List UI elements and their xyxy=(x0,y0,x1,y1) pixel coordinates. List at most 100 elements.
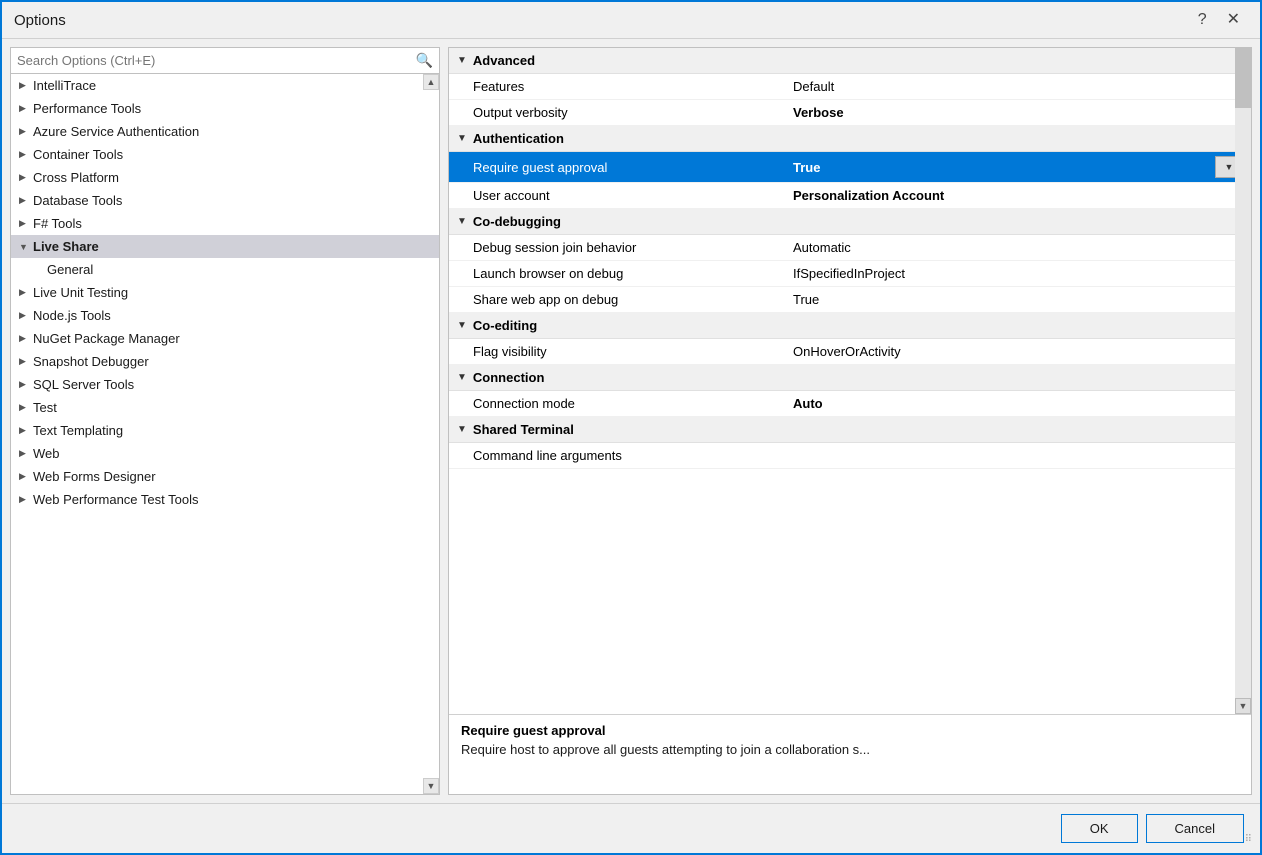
expand-arrow-icon: ▶ xyxy=(19,218,33,229)
tree-child-item[interactable]: General xyxy=(11,258,439,281)
scrollbar-track: ▼ xyxy=(1235,48,1251,714)
tree-item[interactable]: ▶Azure Service Authentication xyxy=(11,120,439,143)
tree-item-label: Web xyxy=(33,446,431,461)
tree-item[interactable]: ▶Live Unit Testing xyxy=(11,281,439,304)
tree-item-label: Live Unit Testing xyxy=(33,285,431,300)
tree-item-label: Web Performance Test Tools xyxy=(33,492,431,507)
setting-row[interactable]: Require guest approvalTrue▼ xyxy=(449,152,1251,183)
section-header-advanced[interactable]: ▼ Advanced xyxy=(449,48,1251,74)
section-collapse-icon: ▼ xyxy=(457,216,467,227)
title-bar: Options ? ✕ xyxy=(2,2,1260,39)
tree-area: ▲ ▶IntelliTrace▶Performance Tools▶Azure … xyxy=(11,74,439,794)
tree-item-label: Performance Tools xyxy=(33,101,431,116)
setting-row[interactable]: Connection modeAuto xyxy=(449,391,1251,417)
tree-item[interactable]: ▶Snapshot Debugger xyxy=(11,350,439,373)
section-label: Shared Terminal xyxy=(473,422,574,437)
setting-row[interactable]: User accountPersonalization Account xyxy=(449,183,1251,209)
expand-arrow-icon: ▶ xyxy=(19,80,33,91)
tree-item[interactable]: ▶Performance Tools xyxy=(11,97,439,120)
section-label: Authentication xyxy=(473,131,564,146)
close-button[interactable]: ✕ xyxy=(1219,10,1248,30)
section-collapse-icon: ▼ xyxy=(457,372,467,383)
setting-row[interactable]: Flag visibilityOnHoverOrActivity xyxy=(449,339,1251,365)
setting-name: Features xyxy=(473,79,793,94)
setting-name: Command line arguments xyxy=(473,448,793,463)
tree-item-label: Node.js Tools xyxy=(33,308,431,323)
search-input[interactable] xyxy=(17,53,412,68)
tree-item-label: Container Tools xyxy=(33,147,431,162)
expand-arrow-icon: ▶ xyxy=(19,287,33,298)
setting-row[interactable]: Launch browser on debugIfSpecifiedInProj… xyxy=(449,261,1251,287)
setting-value: True xyxy=(793,160,1215,175)
tree-item[interactable]: ▶Text Templating xyxy=(11,419,439,442)
setting-value: True xyxy=(793,292,1243,307)
setting-row[interactable]: Share web app on debugTrue xyxy=(449,287,1251,313)
main-content: 🔍 ▲ ▶IntelliTrace▶Performance Tools▶Azur… xyxy=(2,39,1260,803)
ok-button[interactable]: OK xyxy=(1061,814,1138,843)
expand-arrow-icon: ▶ xyxy=(19,103,33,114)
tree-scroll-down[interactable]: ▼ xyxy=(423,778,439,794)
scroll-down-arrow[interactable]: ▼ xyxy=(1235,698,1251,714)
resize-grip: ⠿ xyxy=(1245,834,1252,845)
tree-item-label: Database Tools xyxy=(33,193,431,208)
scrollbar-thumb[interactable] xyxy=(1235,48,1251,108)
section-collapse-icon: ▼ xyxy=(457,55,467,66)
collapse-arrow-icon: ▼ xyxy=(19,242,33,252)
tree-item-label: Text Templating xyxy=(33,423,431,438)
tree-item-label: IntelliTrace xyxy=(33,78,431,93)
tree-item[interactable]: ▶Web xyxy=(11,442,439,465)
description-title: Require guest approval xyxy=(461,723,1239,738)
setting-row[interactable]: Command line arguments xyxy=(449,443,1251,469)
tree-item-label: Web Forms Designer xyxy=(33,469,431,484)
expand-arrow-icon: ▶ xyxy=(19,195,33,206)
tree-item[interactable]: ▶IntelliTrace xyxy=(11,74,439,97)
expand-arrow-icon: ▶ xyxy=(19,126,33,137)
setting-name: Debug session join behavior xyxy=(473,240,793,255)
tree-item[interactable]: ▶Web Forms Designer xyxy=(11,465,439,488)
tree-item[interactable]: ▶Cross Platform xyxy=(11,166,439,189)
section-header-shared-terminal[interactable]: ▼ Shared Terminal xyxy=(449,417,1251,443)
settings-container: ▼ Advanced FeaturesDefaultOutput verbosity… xyxy=(449,48,1251,469)
tree-item[interactable]: ▼Live Share xyxy=(11,235,439,258)
setting-row[interactable]: FeaturesDefault xyxy=(449,74,1251,100)
tree-item[interactable]: ▶Node.js Tools xyxy=(11,304,439,327)
tree-item[interactable]: ▶SQL Server Tools xyxy=(11,373,439,396)
search-icon: 🔍 xyxy=(416,52,433,69)
section-collapse-icon: ▼ xyxy=(457,424,467,435)
description-area: Require guest approval Require host to a… xyxy=(449,714,1251,794)
setting-name: Connection mode xyxy=(473,396,793,411)
section-header-co-debugging[interactable]: ▼ Co-debugging xyxy=(449,209,1251,235)
tree-scroll-up[interactable]: ▲ xyxy=(423,74,439,90)
setting-name: User account xyxy=(473,188,793,203)
tree-item[interactable]: ▶F# Tools xyxy=(11,212,439,235)
tree-item[interactable]: ▶Database Tools xyxy=(11,189,439,212)
expand-arrow-icon: ▶ xyxy=(19,379,33,390)
expand-arrow-icon: ▶ xyxy=(19,494,33,505)
tree-item[interactable]: ▶Test xyxy=(11,396,439,419)
options-dialog: Options ? ✕ 🔍 ▲ ▶IntelliTrace▶Performanc… xyxy=(0,0,1262,855)
setting-row[interactable]: Debug session join behaviorAutomatic xyxy=(449,235,1251,261)
section-header-authentication[interactable]: ▼Authentication xyxy=(449,126,1251,152)
tree-item[interactable]: ▶Container Tools xyxy=(11,143,439,166)
expand-arrow-icon: ▶ xyxy=(19,402,33,413)
help-button[interactable]: ? xyxy=(1190,10,1215,30)
section-header-co-editing[interactable]: ▼Co-editing xyxy=(449,313,1251,339)
left-panel: 🔍 ▲ ▶IntelliTrace▶Performance Tools▶Azur… xyxy=(10,47,440,795)
expand-arrow-icon: ▶ xyxy=(19,149,33,160)
section-label: Advanced xyxy=(473,53,535,68)
dialog-title: Options xyxy=(14,12,66,29)
setting-value: Auto xyxy=(793,396,1243,411)
tree-item[interactable]: ▶NuGet Package Manager xyxy=(11,327,439,350)
right-panel: ▲ ▼ ▼AdvancedFeaturesDefaultOutput verbo… xyxy=(448,47,1252,795)
description-text: Require host to approve all guests attem… xyxy=(461,742,1239,757)
cancel-button[interactable]: Cancel xyxy=(1146,814,1244,843)
setting-row[interactable]: Output verbosityVerbose xyxy=(449,100,1251,126)
expand-arrow-icon: ▶ xyxy=(19,310,33,321)
title-buttons: ? ✕ xyxy=(1190,10,1248,30)
section-label: Co-debugging xyxy=(473,214,561,229)
section-header-connection[interactable]: ▼Connection xyxy=(449,365,1251,391)
setting-name: Flag visibility xyxy=(473,344,793,359)
tree-item[interactable]: ▶Web Performance Test Tools xyxy=(11,488,439,511)
settings-area: ▲ ▼ ▼AdvancedFeaturesDefaultOutput verbo… xyxy=(449,48,1251,714)
setting-value: Automatic xyxy=(793,240,1243,255)
